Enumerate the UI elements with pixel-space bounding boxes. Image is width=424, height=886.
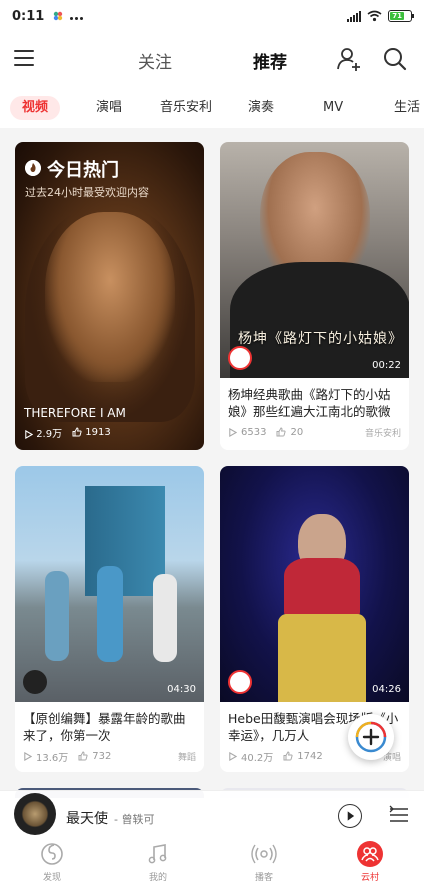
wifi-icon: [367, 10, 382, 22]
hot-thumbnail-face: [45, 212, 175, 382]
album-cover[interactable]: [14, 793, 56, 835]
video-thumbnail: 杨坤《路灯下的小姑娘》 00:22: [220, 142, 409, 378]
nav-label: 云村: [360, 873, 379, 883]
menu-icon[interactable]: [14, 50, 34, 68]
app-notification-icon: [54, 11, 63, 21]
hot-today-card[interactable]: 今日热门 过去24小时最受欢迎内容 THEREFORE I AM 2.9万 19…: [15, 142, 204, 450]
notification-icons: [52, 9, 85, 24]
thumbs-up-icon: [78, 751, 88, 761]
search-icon[interactable]: [382, 46, 408, 72]
play-button[interactable]: [338, 804, 362, 828]
battery-level: 71: [390, 12, 405, 20]
video-tag[interactable]: 音乐安利: [365, 426, 401, 439]
hot-title: 今日热门: [47, 160, 119, 181]
video-meta: 6533 20 音乐安利: [220, 420, 409, 444]
thumbnail-skirt: [278, 614, 366, 702]
nav-my-music[interactable]: 我的: [128, 840, 188, 883]
now-playing-title: 最天使: [66, 811, 108, 827]
flame-icon: [25, 160, 41, 176]
bottom-navigation: 发现 我的 播客 云村: [0, 838, 424, 886]
creator-avatar-icon[interactable]: [228, 346, 252, 370]
app-screen: 0:11 71 关注 推荐 视频 演唱 音乐安利 演奏 MV 生活 今日热门 过…: [0, 0, 424, 886]
video-duration: 00:22: [372, 360, 401, 371]
video-likes: 732: [92, 750, 112, 762]
category-singing[interactable]: 演唱: [96, 96, 122, 120]
add-friend-icon[interactable]: [336, 46, 362, 72]
music-note-icon: [148, 844, 167, 864]
tab-follow[interactable]: 关注: [138, 48, 172, 73]
video-plays: 40.2万: [241, 752, 274, 764]
nav-discover[interactable]: 发现: [22, 840, 82, 883]
play-count-icon: [24, 751, 32, 761]
creator-avatar-icon[interactable]: [23, 670, 47, 694]
hot-stats: 2.9万 1913: [24, 425, 111, 440]
video-likes: 1742: [297, 750, 323, 762]
video-duration: 04:26: [372, 684, 401, 695]
top-header: 关注 推荐: [0, 32, 424, 88]
thumbnail-dancer: [45, 571, 69, 661]
category-music-recommend[interactable]: 音乐安利: [160, 96, 212, 120]
play-count-icon: [229, 751, 237, 761]
video-thumbnail: 04:30: [15, 466, 204, 702]
status-time: 0:11: [12, 8, 45, 24]
video-meta: 13.6万 732 舞蹈: [15, 744, 204, 768]
status-bar: 0:11 71: [0, 0, 424, 32]
tab-recommend[interactable]: 推荐: [253, 48, 287, 76]
nav-community[interactable]: 云村: [340, 840, 400, 883]
thumbs-up-icon: [283, 751, 293, 761]
play-count-icon: [229, 427, 237, 437]
creator-avatar-icon[interactable]: [228, 670, 252, 694]
thumbnail-dancer: [153, 574, 177, 662]
video-caption: 【原创编舞】暴露年龄的歌曲来了，你第一次: [23, 711, 186, 743]
netease-logo-icon: [41, 843, 63, 865]
hot-likes: 1913: [72, 427, 111, 438]
video-duration: 04:30: [167, 684, 196, 695]
video-thumbnail: 04:26: [220, 466, 409, 702]
category-instrumental[interactable]: 演奏: [248, 96, 274, 120]
community-icon: [357, 841, 383, 867]
hot-subtitle: 过去24小时最受欢迎内容: [25, 186, 149, 199]
category-tabs: 视频 演唱 音乐安利 演奏 MV 生活: [0, 88, 424, 128]
video-likes: 20: [290, 426, 304, 438]
play-count-icon: [25, 429, 33, 439]
thumbnail-top: [284, 558, 360, 618]
thumbs-up-icon: [72, 427, 82, 437]
plus-icon: [355, 721, 387, 753]
create-post-button[interactable]: [348, 714, 394, 760]
podcast-icon: [251, 844, 277, 864]
nav-podcast[interactable]: 播客: [234, 840, 294, 883]
tab-recommend-label: 推荐: [253, 53, 287, 73]
now-playing: 最天使 - 曾轶可: [66, 808, 154, 828]
hot-likes-value: 1913: [85, 427, 111, 438]
thumbnail-dancer: [97, 566, 123, 662]
category-life[interactable]: 生活: [394, 96, 420, 120]
now-playing-artist: - 曾轶可: [114, 813, 155, 826]
status-right: 71: [347, 10, 414, 22]
thumbs-up-icon: [276, 427, 287, 437]
nav-label: 我的: [148, 873, 167, 883]
playlist-icon[interactable]: [389, 805, 409, 825]
nav-label: 播客: [254, 873, 273, 883]
video-card[interactable]: 04:30 【原创编舞】暴露年龄的歌曲来了，你第一次 13.6万 732 舞蹈: [15, 466, 204, 772]
video-overlay-title: 杨坤《路灯下的小姑娘》: [238, 331, 403, 347]
hot-plays-value: 2.9万: [36, 429, 63, 440]
mini-player[interactable]: 最天使 - 曾轶可: [0, 790, 424, 838]
video-plays: 6533: [241, 426, 267, 438]
nav-label: 发现: [42, 873, 61, 883]
video-tag[interactable]: 舞蹈: [178, 750, 196, 763]
battery-icon: 71: [388, 10, 414, 22]
hot-song-title: THEREFORE I AM: [24, 406, 126, 420]
video-card[interactable]: 杨坤《路灯下的小姑娘》 00:22 杨坤经典歌曲《路灯下的小姑娘》那些红遍大江南…: [220, 142, 409, 450]
more-notifications-icon: [70, 9, 85, 24]
hot-plays: 2.9万: [24, 425, 62, 440]
category-video[interactable]: 视频: [10, 96, 61, 120]
category-mv[interactable]: MV: [323, 96, 343, 120]
video-caption: 杨坤经典歌曲《路灯下的小姑娘》那些红遍大江南北的歌微爆全场！: [228, 387, 391, 419]
signal-icon: [347, 10, 361, 22]
video-plays: 13.6万: [36, 752, 69, 764]
